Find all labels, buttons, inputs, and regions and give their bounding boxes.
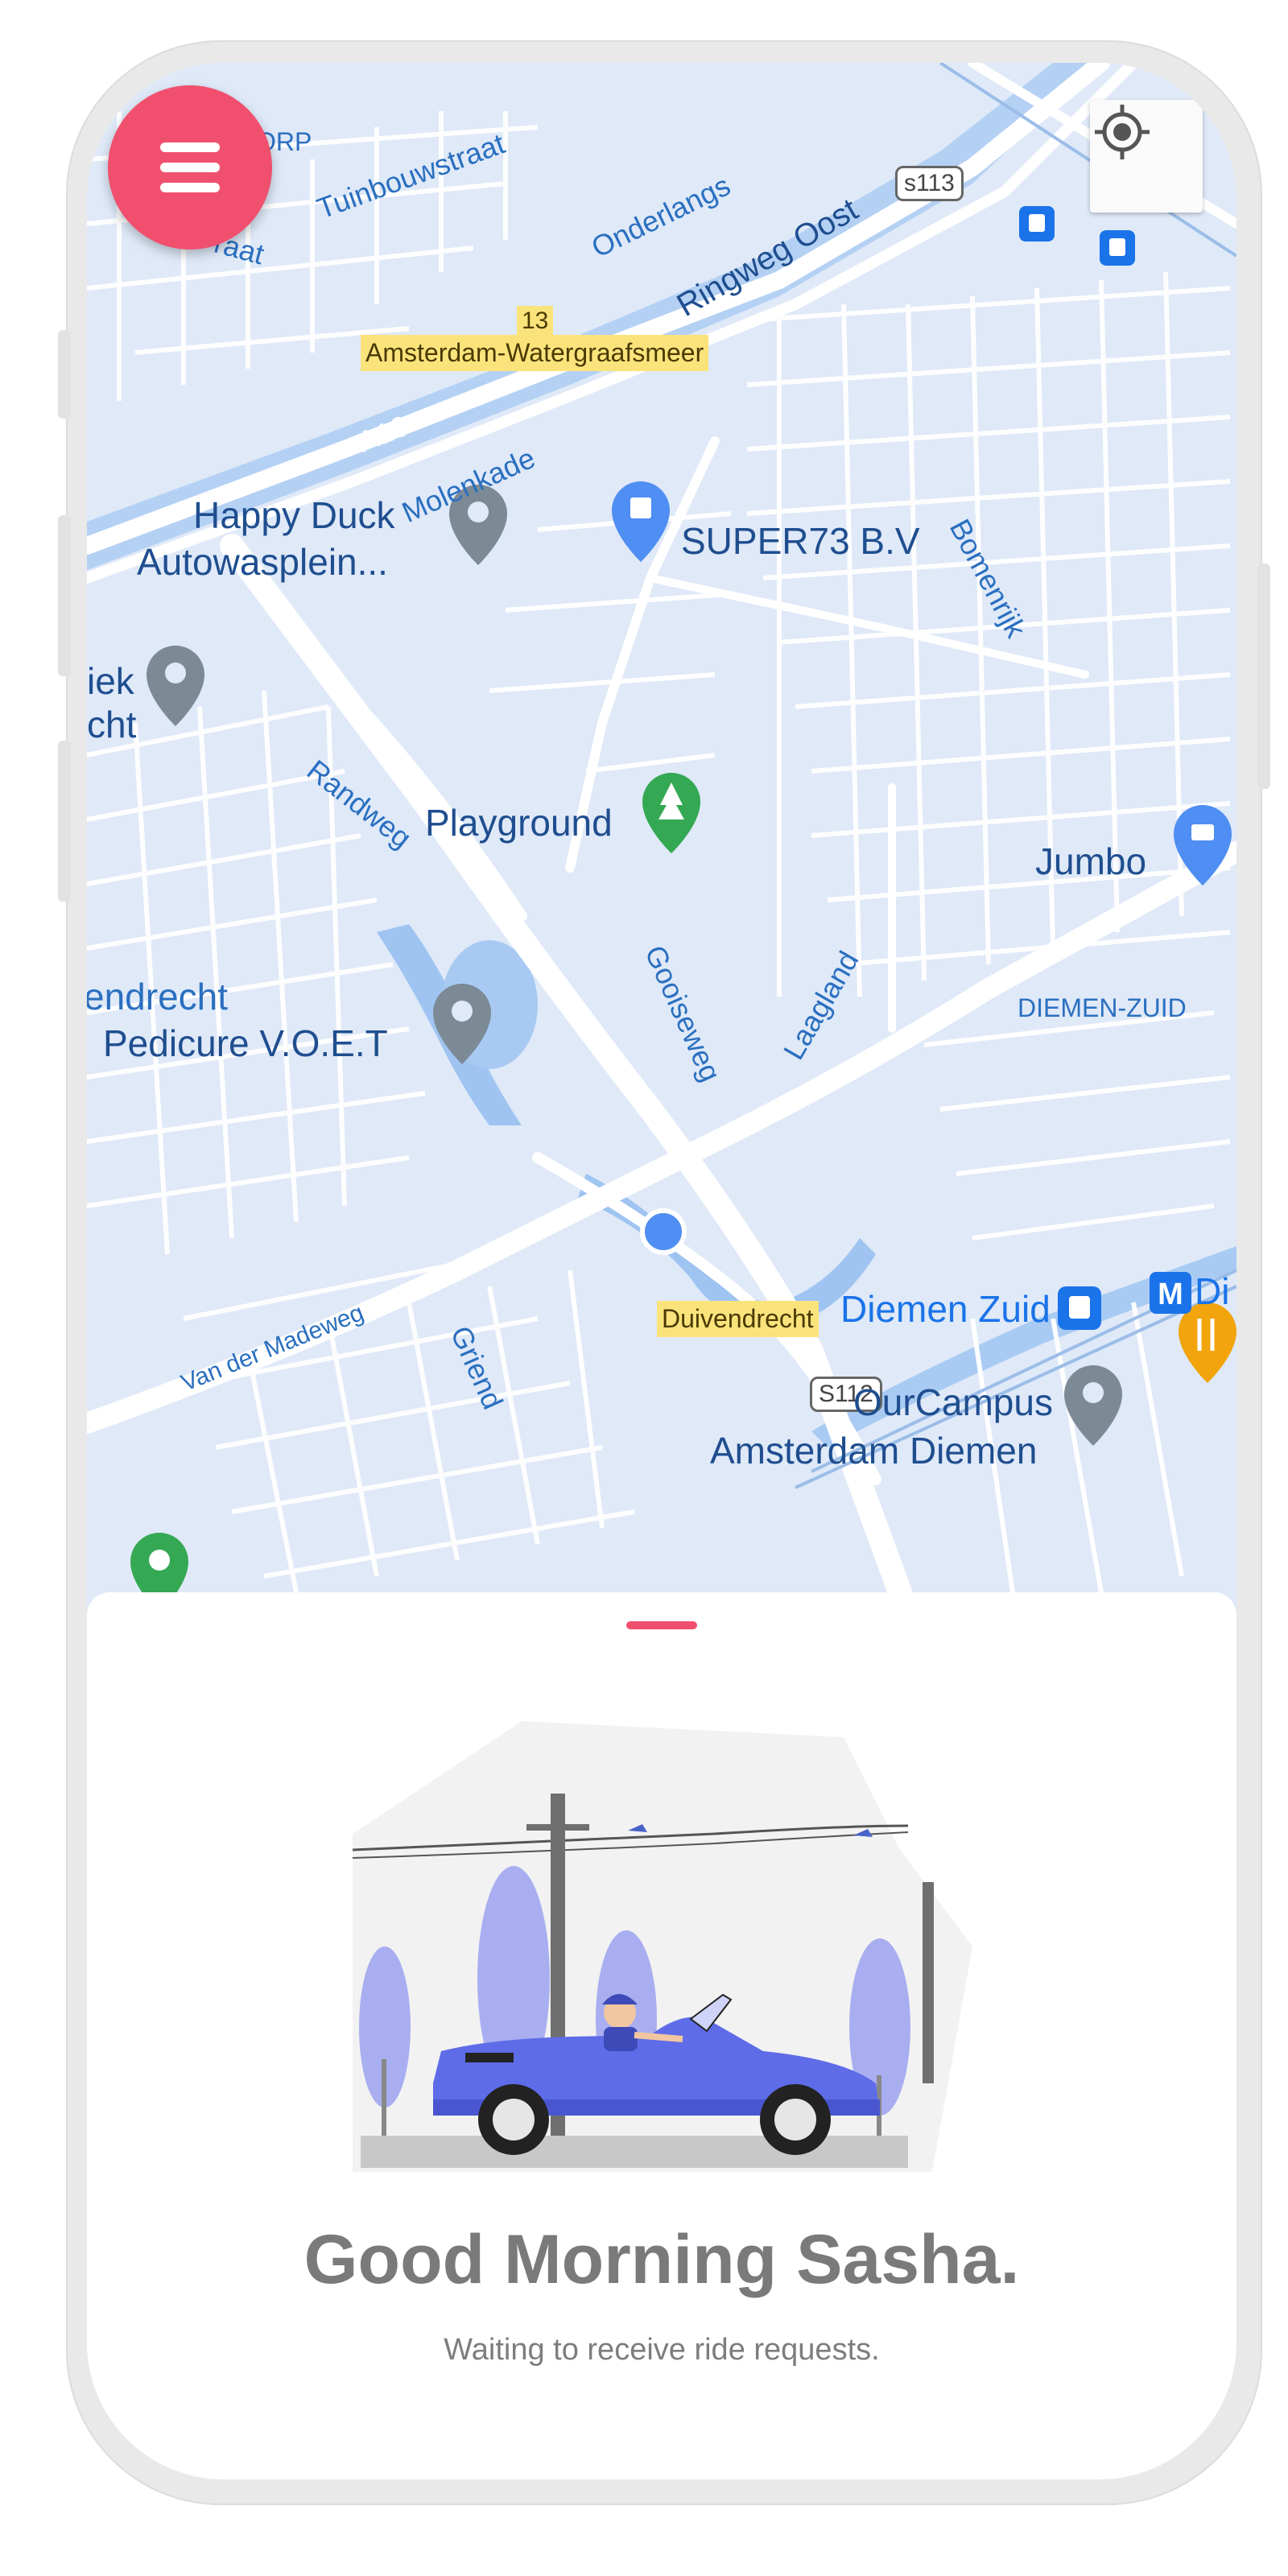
poi-super73[interactable]: SUPER73 B.V xyxy=(681,520,920,562)
greeting-heading: Good Morning Sasha. xyxy=(303,2221,1020,2298)
poi-jumbo[interactable]: Jumbo xyxy=(1035,840,1146,882)
ride-status-text: Waiting to receive ride requests. xyxy=(444,2333,880,2367)
menu-button[interactable] xyxy=(108,85,272,250)
area-label: Amsterdam-Watergraafsmeer xyxy=(361,335,709,371)
svg-text:M: M xyxy=(1158,1278,1183,1311)
road-shield: s113 xyxy=(895,166,964,201)
area-label: Duivendrecht xyxy=(657,1301,819,1337)
phone-side-button xyxy=(58,741,71,902)
road-number-label: 13 xyxy=(517,306,554,336)
phone-side-button xyxy=(58,330,71,419)
my-location-icon xyxy=(1095,105,1150,159)
map-area-label: DIEMEN-ZUID xyxy=(1018,993,1187,1022)
car-illustration xyxy=(352,1721,972,2172)
menu-icon xyxy=(160,132,220,203)
map-area-label: endrecht xyxy=(87,976,229,1018)
poi-happy-duck[interactable]: Happy Duck xyxy=(193,494,395,536)
poi-amsterdam-diemen[interactable]: Amsterdam Diemen xyxy=(710,1430,1037,1472)
phone-power-button xyxy=(1257,564,1270,789)
poi-autowasplein[interactable]: Autowasplein... xyxy=(137,541,388,583)
map-poi-label: Di xyxy=(1195,1270,1230,1312)
my-location-button[interactable] xyxy=(1090,100,1203,213)
app-screen: M ORP Tuinbouwstraat raat Onderlangs Rin… xyxy=(87,63,1236,2479)
poi-pedicure[interactable]: Pedicure V.O.E.T xyxy=(103,1022,388,1064)
map-poi-label: iek xyxy=(87,660,134,702)
poi-diemen-zuid[interactable]: Diemen Zuid xyxy=(840,1288,1051,1330)
map-poi-label: cht xyxy=(87,704,137,745)
phone-side-button xyxy=(58,515,71,676)
poi-ourcampus[interactable]: OurCampus xyxy=(853,1381,1053,1423)
sheet-drag-handle[interactable] xyxy=(626,1621,697,1629)
bottom-sheet[interactable]: Good Morning Sasha. Waiting to receive r… xyxy=(87,1592,1236,2479)
map-view[interactable]: M ORP Tuinbouwstraat raat Onderlangs Rin… xyxy=(87,63,1236,1592)
current-location-dot xyxy=(640,1208,687,1255)
poi-playground[interactable]: Playground xyxy=(425,802,613,844)
